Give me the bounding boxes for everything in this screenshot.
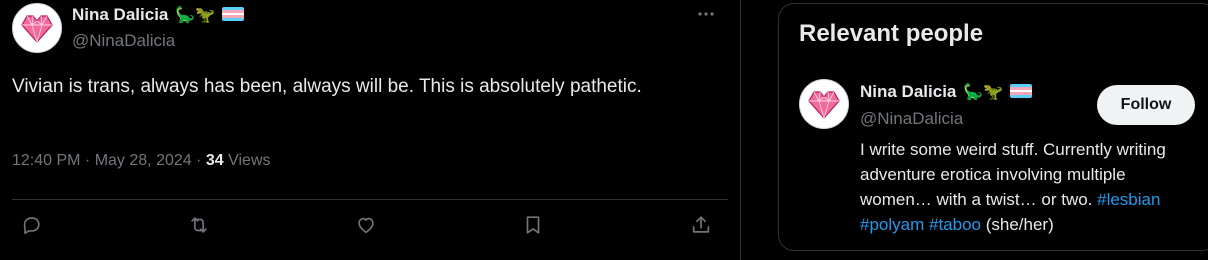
repost-button[interactable] [186,212,212,238]
views-count: 34 [205,152,224,169]
card-title: Relevant people [799,20,984,47]
person-name-row[interactable]: Nina Dalicia 🦕🦖 [860,82,1032,102]
tweet-text: Vivian is trans, always has been, always… [12,76,642,97]
hashtag-link[interactable]: #taboo [929,215,981,234]
author-handle[interactable]: @NinaDalicia [72,31,175,51]
repost-icon [191,217,207,233]
hashtag-link[interactable]: #polyam [860,215,924,234]
like-button[interactable] [353,212,379,238]
tweet-timestamp[interactable]: 12:40 PM · May 28, 2024 · [12,152,206,169]
heart-gem-icon [808,91,840,120]
views-label: Views [223,152,271,169]
bookmark-icon [526,216,540,234]
person-handle[interactable]: @NinaDalicia [860,109,963,129]
heart-gem-icon [21,15,53,44]
dinosaur-emoji: 🦕🦖 [175,7,215,24]
relevant-people-card: Relevant people Nina Dalicia 🦕🦖 @NinaDal… [778,3,1208,251]
share-button[interactable] [688,212,714,238]
bookmark-button[interactable] [520,212,546,238]
reply-button[interactable] [18,212,44,238]
dinosaur-emoji: 🦕🦖 [963,84,1003,101]
hashtag-link[interactable]: #lesbian [1097,190,1160,209]
more-horizontal-icon[interactable] [696,4,716,29]
transgender-flag-icon [1009,84,1032,98]
tweet-detail: Nina Dalicia 🦕🦖 @NinaDalicia Vivian is t… [0,0,740,260]
heart-icon [358,217,374,234]
follow-button[interactable]: Follow [1097,85,1195,125]
column-divider [740,0,741,260]
person-bio: I write some weird stuff. Currently writ… [860,137,1200,237]
divider [12,199,728,200]
share-icon [692,216,710,233]
tweet-meta: 12:40 PM · May 28, 2024 · 34 Views [12,152,271,170]
author-avatar[interactable] [12,3,62,53]
author-name-row[interactable]: Nina Dalicia 🦕🦖 [72,5,244,25]
person-name[interactable]: Nina Dalicia [860,82,956,101]
person-avatar[interactable] [799,79,849,129]
author-name[interactable]: Nina Dalicia [72,5,168,24]
bio-pronouns: (she/her) [985,215,1054,234]
transgender-flag-icon [221,7,244,21]
reply-icon [23,217,40,235]
